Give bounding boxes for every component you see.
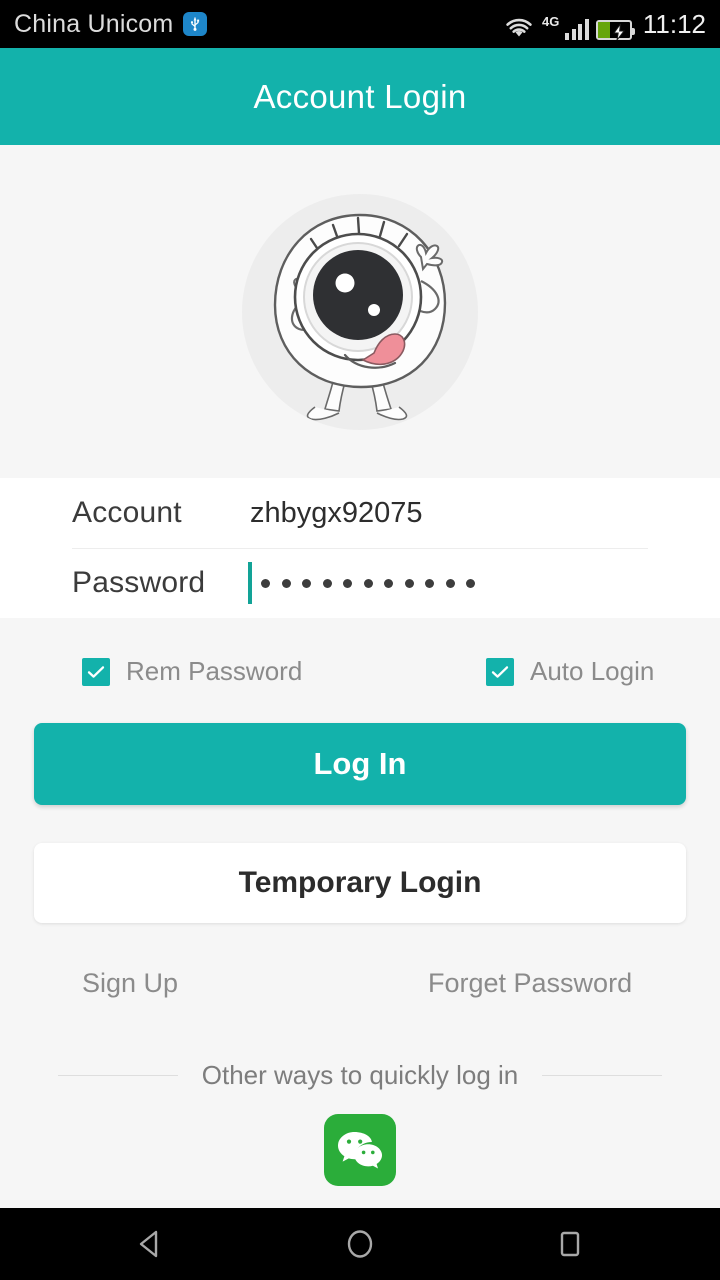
checkmark-icon xyxy=(82,657,110,686)
status-bar: China Unicom 4G 11:12 xyxy=(0,0,720,48)
other-login-divider: Other ways to quickly log in xyxy=(0,1055,720,1095)
login-button[interactable]: Log In xyxy=(34,723,686,805)
page-title: Account Login xyxy=(253,77,467,115)
password-input[interactable] xyxy=(248,562,475,604)
divider-line-left xyxy=(57,1074,178,1076)
other-ways-label: Other ways to quickly log in xyxy=(201,1059,519,1090)
remember-password-label: Rem Password xyxy=(126,656,303,686)
wechat-login-button[interactable] xyxy=(324,1114,396,1186)
back-icon[interactable] xyxy=(120,1214,180,1274)
status-bar-right: 4G 11:12 xyxy=(504,9,706,40)
auto-login-label: Auto Login xyxy=(530,656,655,686)
avatar-area xyxy=(0,145,720,478)
android-nav-bar xyxy=(0,1208,720,1280)
account-label: Account xyxy=(72,496,182,529)
social-login-row xyxy=(0,1114,720,1186)
auth-links: Sign Up Forget Password xyxy=(0,968,720,1014)
options-row: Rem Password Auto Login xyxy=(0,648,720,708)
temporary-login-button-label: Temporary Login xyxy=(238,866,482,899)
wifi-icon xyxy=(504,16,534,40)
temporary-login-button[interactable]: Temporary Login xyxy=(34,843,686,923)
app-header: Account Login xyxy=(0,48,720,145)
login-form: Account zhbygx92075 Password xyxy=(0,478,720,618)
password-field-row[interactable]: Password xyxy=(0,548,720,618)
auto-login-checkbox[interactable]: Auto Login xyxy=(486,656,654,687)
login-button-label: Log In xyxy=(313,746,407,781)
network-type-label: 4G xyxy=(542,13,560,29)
divider-line-right xyxy=(542,1074,663,1076)
carrier-label: China Unicom xyxy=(14,9,174,38)
home-icon[interactable] xyxy=(330,1214,390,1274)
password-label: Password xyxy=(72,566,206,599)
sign-up-link[interactable]: Sign Up xyxy=(82,968,178,999)
remember-password-checkbox[interactable]: Rem Password xyxy=(82,656,302,687)
login-screen: China Unicom 4G 11:12 Account Login Acco… xyxy=(0,0,720,1280)
status-bar-left: China Unicom xyxy=(14,9,208,39)
password-dots xyxy=(261,578,475,588)
avatar[interactable] xyxy=(242,193,478,430)
usb-icon xyxy=(183,12,208,36)
account-field-row[interactable]: Account zhbygx92075 xyxy=(0,478,720,549)
account-input[interactable]: zhbygx92075 xyxy=(250,497,423,530)
wechat-icon xyxy=(338,1132,382,1169)
clock-label: 11:12 xyxy=(642,8,706,39)
text-cursor xyxy=(248,562,252,604)
cartoon-eyeball-avatar xyxy=(273,213,447,420)
recents-icon[interactable] xyxy=(540,1214,600,1274)
checkmark-icon xyxy=(486,657,514,686)
battery-charging-icon xyxy=(595,19,635,40)
signal-bars-icon xyxy=(565,18,589,40)
forget-password-link[interactable]: Forget Password xyxy=(428,968,632,999)
